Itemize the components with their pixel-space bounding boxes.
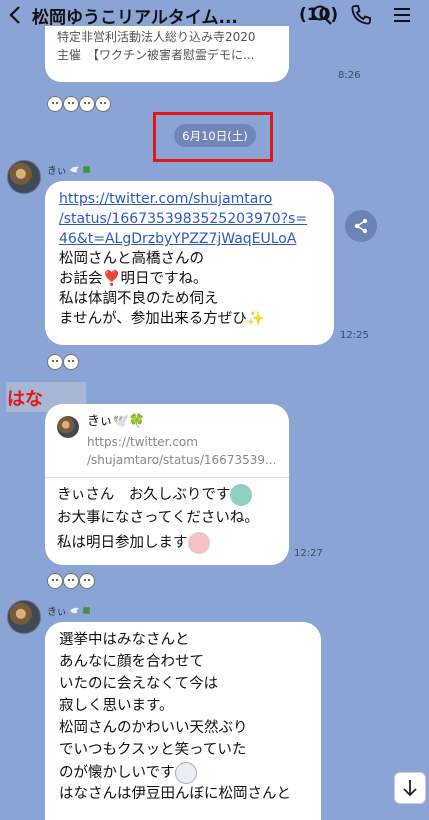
dove-icon <box>69 607 79 614</box>
message-bubble[interactable]: きぃ🕊️🍀 https://twitter.com /shujamtaro/st… <box>45 404 289 565</box>
menu-button[interactable] <box>390 3 414 27</box>
message-text: のが懐かしいです <box>59 762 309 784</box>
message-text: あんなに顔を合わせて <box>59 654 204 670</box>
avatar[interactable] <box>7 600 41 634</box>
quoted-message[interactable]: きぃ🕊️🍀 https://twitter.com /shujamtaro/st… <box>57 412 279 472</box>
tweet-link[interactable]: /status/1667353983525203970?s= <box>59 209 322 229</box>
reaction-face-icon <box>63 573 79 589</box>
message-text: きぃさん お久しぶりです <box>57 484 283 508</box>
message-text: はなさんは伊豆田んぼに松岡さんと <box>59 786 291 802</box>
share-icon <box>354 218 368 234</box>
message-text: ませんが、参加出来る方ぜひ✨ <box>59 311 265 327</box>
hamburger-menu-icon <box>394 8 410 22</box>
search-button[interactable] <box>310 3 334 27</box>
reaction-face-icon <box>47 354 63 370</box>
message-text: 特定非営利活動法人総り込み寺2020 <box>57 30 256 44</box>
sender-name: はな <box>7 389 43 410</box>
call-button[interactable] <box>349 3 373 27</box>
reaction-stickers[interactable] <box>47 96 111 112</box>
message-text: でいつもクスッと笑っていた <box>59 742 247 758</box>
tweet-link[interactable]: https://twitter.com/shujamtaro <box>59 189 322 209</box>
message-bubble-top[interactable]: 特定非営利活動法人総り込み寺2020 主催 【ワクチン被害者慰霊デモに... <box>45 26 289 82</box>
reaction-stickers[interactable] <box>47 573 95 589</box>
reaction-face-icon <box>63 96 79 112</box>
quote-url: /shujamtaro/status/16673539... <box>87 453 277 467</box>
sticker-emoji-icon <box>230 484 253 506</box>
reaction-face-icon <box>79 573 95 589</box>
message-text: 私は明日参加します <box>57 532 283 556</box>
cat-emoji-icon <box>174 762 197 784</box>
phone-icon <box>351 5 371 25</box>
message-text: 松岡さんのかわいい天然ぶり <box>59 720 248 736</box>
message-time: 8:26 <box>338 70 361 81</box>
reaction-face-icon <box>47 96 63 112</box>
message-bubble[interactable]: https://twitter.com/shujamtaro /status/1… <box>45 181 334 345</box>
arrow-down-icon <box>403 780 417 797</box>
divider <box>45 477 289 478</box>
quote-sender: きぃ🕊️🍀 <box>87 414 145 429</box>
sender-name: きぃ <box>47 603 91 618</box>
avatar[interactable] <box>7 160 41 194</box>
search-icon <box>312 5 332 25</box>
chevron-left-icon <box>9 6 20 24</box>
reaction-face-icon <box>47 573 63 589</box>
reaction-stickers[interactable] <box>47 354 79 370</box>
message-text: 松岡さんと高橋さんの <box>59 251 204 267</box>
reaction-face-icon <box>79 96 95 112</box>
date-separator: 6月10日(土) <box>174 124 256 147</box>
message-text: 寂しく思います。 <box>59 698 174 714</box>
message-bubble[interactable]: 選挙中はみなさんと あんなに顔を合わせて いたのに会えなくて今は 寂しく思います… <box>45 622 321 820</box>
message-text: お大事になさってくださいね。 <box>57 510 259 526</box>
clover-icon <box>82 166 90 173</box>
message-text: お話会❣️明日ですね。 <box>59 271 208 287</box>
message-time: 12:27 <box>294 548 323 559</box>
message-text: いたのに会えなくて今は <box>59 676 219 692</box>
message-text: 私は体調不良のため伺え <box>59 291 219 307</box>
scroll-to-bottom-button[interactable] <box>394 772 426 804</box>
chat-title[interactable]: 松岡ゆうこリアルタイム... <box>32 3 297 28</box>
message-text: 主催 【ワクチン被害者慰霊デモに... <box>57 48 255 62</box>
tweet-link[interactable]: 46&t=ALgDrzbyYPZZ7jWaqEULoA <box>59 229 322 249</box>
clover-icon <box>82 607 90 614</box>
dove-icon <box>69 166 79 173</box>
message-time: 12:25 <box>340 330 369 341</box>
reaction-face-icon <box>95 96 111 112</box>
reaction-face-icon <box>63 354 79 370</box>
share-button[interactable] <box>345 210 377 242</box>
quote-avatar <box>57 416 79 438</box>
sender-name: きぃ <box>47 162 91 177</box>
message-text: 選挙中はみなさんと <box>59 632 190 648</box>
quote-url: https://twitter.com <box>87 435 198 449</box>
back-button[interactable] <box>0 0 30 30</box>
sticker-emoji-icon <box>187 532 210 554</box>
